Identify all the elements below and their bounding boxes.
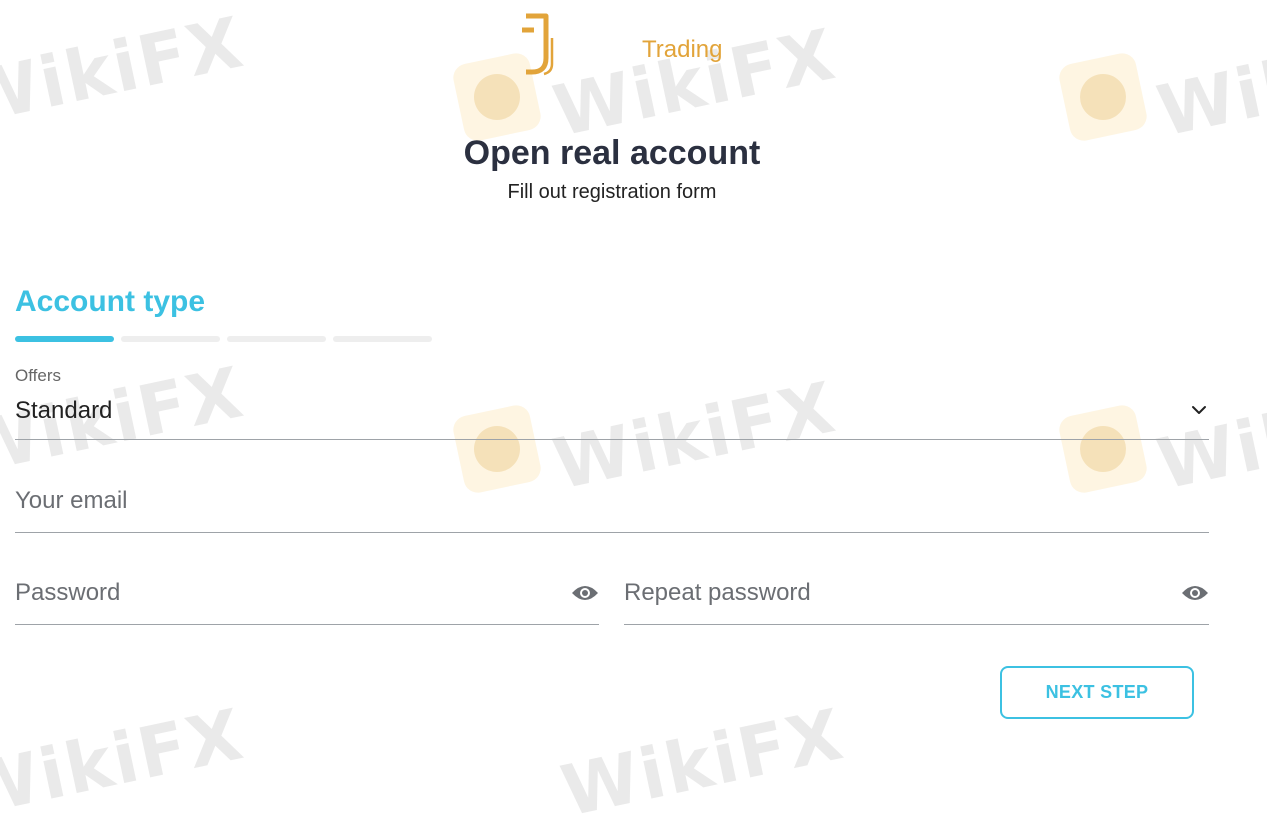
offers-select[interactable]: Offers Standard — [15, 366, 1209, 440]
watermark-text: WikiFX — [0, 1, 251, 141]
eye-icon[interactable] — [1181, 583, 1209, 603]
watermark-text: WikiFX — [0, 693, 251, 833]
password-placeholder: Password — [15, 579, 121, 606]
watermark-text: WikiFX — [1150, 13, 1267, 153]
next-step-button[interactable]: NEXT STEP — [1000, 666, 1194, 719]
chevron-down-icon[interactable] — [1191, 402, 1207, 418]
page-title: Open real account — [463, 134, 761, 172]
j-logo-icon — [522, 13, 554, 76]
step-indicator-2 — [121, 336, 220, 342]
password-field[interactable]: Password — [15, 573, 599, 625]
step-progress — [15, 336, 432, 342]
step-indicator-1 — [15, 336, 114, 342]
eye-icon[interactable] — [571, 583, 599, 603]
email-field[interactable]: Your email — [15, 480, 1209, 533]
brand-logo: Trading — [520, 8, 760, 78]
email-placeholder: Your email — [15, 487, 128, 514]
brand-name: Trading — [642, 36, 723, 63]
watermark-text: WikiFX — [554, 693, 851, 833]
step-indicator-4 — [333, 336, 432, 342]
step-indicator-3 — [227, 336, 326, 342]
offers-value: Standard — [15, 397, 113, 424]
section-title: Account type — [15, 285, 206, 318]
watermark-logo-icon — [1056, 50, 1150, 144]
repeat-password-placeholder: Repeat password — [624, 579, 811, 606]
page-subtitle: Fill out registration form — [507, 181, 717, 203]
offers-label: Offers — [15, 366, 61, 385]
repeat-password-field[interactable]: Repeat password — [624, 573, 1209, 625]
